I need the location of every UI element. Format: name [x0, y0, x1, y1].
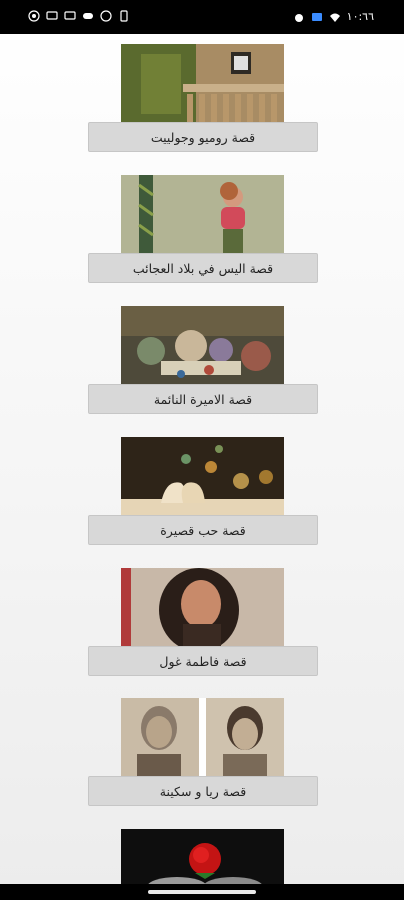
story-title[interactable]: قصة روميو وجولييت — [88, 122, 318, 152]
clock: ١٠:٦٦ — [346, 10, 374, 23]
sisters-portrait-photo — [121, 698, 284, 778]
story-thumbnail[interactable] — [121, 698, 284, 778]
red-rose-photo — [121, 829, 284, 884]
story-thumbnail[interactable] — [121, 568, 284, 648]
story-list[interactable]: قصة روميو وجولييت قصة اليس في بلاد العجا… — [0, 34, 404, 884]
book-heart-photo — [121, 437, 284, 517]
woman-portrait-photo — [121, 568, 284, 648]
painting-photo — [121, 306, 284, 386]
chat-icon — [64, 11, 76, 20]
story-thumbnail[interactable] — [121, 175, 284, 255]
alarm-icon — [294, 13, 303, 22]
cast-icon — [311, 12, 322, 21]
home-gesture-handle[interactable] — [148, 890, 256, 894]
status-bar: ١٠:٦٦ — [0, 0, 404, 34]
story-thumbnail[interactable] — [121, 437, 284, 517]
notification-icons — [28, 10, 130, 22]
story-title[interactable]: قصة ريا و سكينة — [88, 776, 318, 806]
story-title[interactable]: قصة اليس في بلاد العجائب — [88, 253, 318, 283]
story-title[interactable]: قصة فاطمة غول — [88, 646, 318, 676]
story-title[interactable]: قصة حب قصيرة — [88, 515, 318, 545]
story-thumbnail[interactable] — [121, 829, 284, 884]
chat-icon — [46, 11, 58, 20]
wifi-icon — [329, 13, 340, 22]
balcony-photo — [121, 44, 284, 124]
whatsapp-icon — [28, 10, 40, 22]
story-title[interactable]: قصة الاميرة النائمة — [88, 384, 318, 414]
phone-icon — [120, 10, 128, 22]
gamepad-icon — [83, 13, 93, 19]
navigation-bar — [0, 884, 404, 900]
story-thumbnail[interactable] — [121, 306, 284, 386]
girl-photo — [121, 175, 284, 255]
system-icons: ١٠:٦٦ — [293, 10, 374, 23]
messenger-icon — [100, 10, 112, 22]
story-thumbnail[interactable] — [121, 44, 284, 124]
